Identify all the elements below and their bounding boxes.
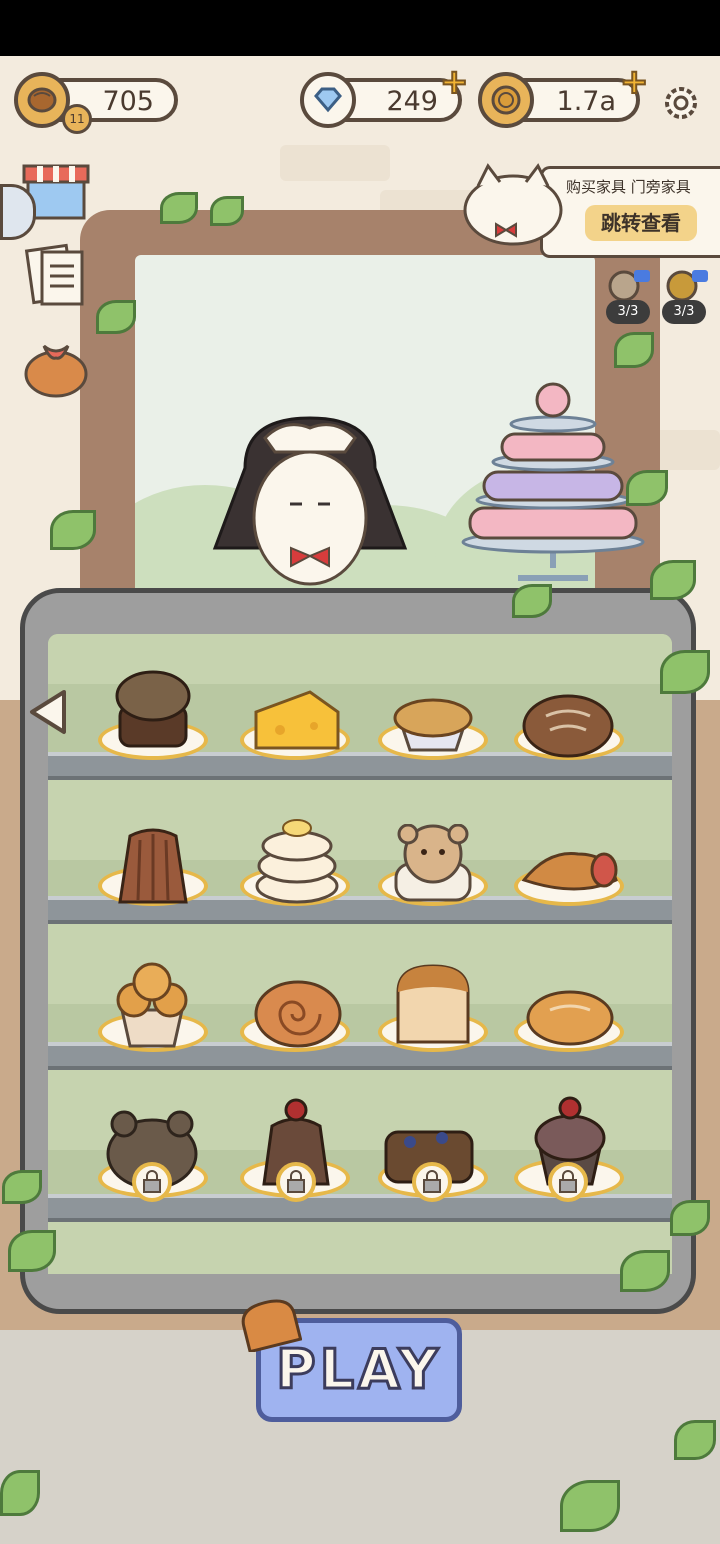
boost-count: 3/3 xyxy=(662,300,706,324)
lock-icon xyxy=(132,1162,172,1202)
shelf-back xyxy=(48,1222,672,1274)
vine-leaf xyxy=(96,300,136,334)
lock-icon xyxy=(276,1162,316,1202)
vine-leaf xyxy=(660,650,710,694)
chocolate-muffin-item[interactable] xyxy=(106,666,200,756)
lock-icon xyxy=(548,1162,588,1202)
gift-bag-icon[interactable] xyxy=(20,330,92,402)
vine-leaf xyxy=(620,1250,670,1292)
puff-muffin-item[interactable] xyxy=(104,960,200,1050)
diamond-icon xyxy=(300,72,356,128)
bread-count: 705 xyxy=(102,86,154,117)
wall-brick xyxy=(280,145,390,181)
add-diamonds-button[interactable]: + xyxy=(439,61,469,103)
white-loaf-item[interactable] xyxy=(390,962,476,1048)
lock-icon xyxy=(412,1162,452,1202)
chocolate-pudding-item[interactable] xyxy=(108,822,198,906)
promo-view-button[interactable]: 跳转查看 xyxy=(585,205,697,241)
bread-roll-item[interactable] xyxy=(524,984,616,1046)
cheesecake-item[interactable] xyxy=(250,686,344,756)
vine-leaf xyxy=(614,332,654,368)
sourdough-loaf-item[interactable] xyxy=(520,686,616,758)
coin-icon xyxy=(478,72,534,128)
vine-leaf xyxy=(210,196,244,226)
task-list-icon[interactable] xyxy=(20,238,92,310)
vine-leaf xyxy=(626,470,668,506)
vine-leaf xyxy=(560,1480,620,1532)
bread-icon xyxy=(241,1299,302,1352)
vine-leaf xyxy=(0,1470,40,1516)
vine-leaf xyxy=(2,1170,42,1204)
vine-leaf xyxy=(160,192,198,224)
vine-leaf xyxy=(650,560,696,600)
baker-cat-character xyxy=(212,416,408,586)
bear-cake-item[interactable] xyxy=(386,824,480,906)
promo-caption: 购买家具 门旁家具 xyxy=(566,178,691,196)
vine-leaf xyxy=(50,510,96,550)
level-badge: 11 xyxy=(62,104,92,134)
vine-leaf xyxy=(674,1420,716,1460)
vine-leaf xyxy=(8,1230,56,1272)
status-bar xyxy=(0,0,720,56)
macaron-tower xyxy=(461,382,645,581)
pancake-stack-item[interactable] xyxy=(250,816,344,906)
vine-leaf xyxy=(670,1200,710,1236)
previous-page-arrow-icon[interactable] xyxy=(24,686,70,738)
cinnamon-roll-item[interactable] xyxy=(250,976,346,1048)
coin-count: 1.7a xyxy=(556,86,616,117)
vine-leaf xyxy=(512,584,552,618)
sausage-roll-item[interactable] xyxy=(518,840,622,902)
white-cat-mascot-icon xyxy=(463,163,563,246)
apple-pie-item[interactable] xyxy=(388,690,478,756)
gear-icon[interactable] xyxy=(660,82,702,124)
add-coins-button[interactable]: + xyxy=(619,61,649,103)
diamond-count: 249 xyxy=(386,86,438,117)
boost-count: 3/3 xyxy=(606,300,650,324)
